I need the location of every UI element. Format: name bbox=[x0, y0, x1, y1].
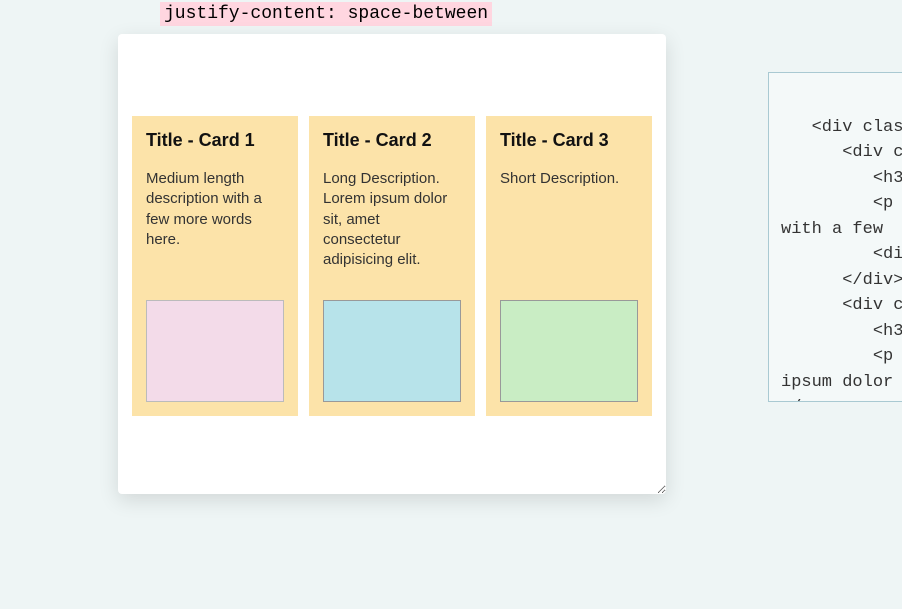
card-title: Title - Card 2 bbox=[323, 130, 461, 151]
css-property-caption: justify-content: space-between bbox=[160, 2, 492, 26]
code-line: <p co bbox=[781, 347, 902, 366]
card-title: Title - Card 1 bbox=[146, 130, 284, 151]
card-description: Medium length description with a few mor… bbox=[146, 169, 284, 300]
code-line: <div cl bbox=[781, 143, 902, 162]
code-line: </div> bbox=[781, 271, 902, 290]
code-line: <h3>T bbox=[781, 322, 902, 341]
demo-container: Title - Card 1 Medium length description… bbox=[118, 34, 666, 494]
card-swatch bbox=[500, 300, 638, 402]
card-3: Title - Card 3 Short Description. bbox=[486, 116, 652, 416]
card-swatch bbox=[146, 300, 284, 402]
code-snippet-panel: <div clas <div cl <h3>T <p co with a few… bbox=[768, 72, 902, 402]
code-line: ipsum dolor bbox=[781, 373, 893, 392]
card-swatch bbox=[323, 300, 461, 402]
card-title: Title - Card 3 bbox=[500, 130, 638, 151]
code-line: <div cl bbox=[781, 296, 902, 315]
code-line: </n> bbox=[781, 398, 822, 402]
card-2: Title - Card 2 Long Description. Lorem i… bbox=[309, 116, 475, 416]
code-line: <div bbox=[781, 245, 902, 264]
card-description: Long Description. Lorem ipsum dolor sit,… bbox=[323, 169, 461, 300]
code-line: with a few bbox=[781, 220, 893, 239]
code-line: <p co bbox=[781, 194, 902, 213]
code-line: <h3>T bbox=[781, 169, 902, 188]
card-1: Title - Card 1 Medium length description… bbox=[132, 116, 298, 416]
code-line: <div clas bbox=[781, 118, 902, 137]
card-description: Short Description. bbox=[500, 169, 638, 300]
